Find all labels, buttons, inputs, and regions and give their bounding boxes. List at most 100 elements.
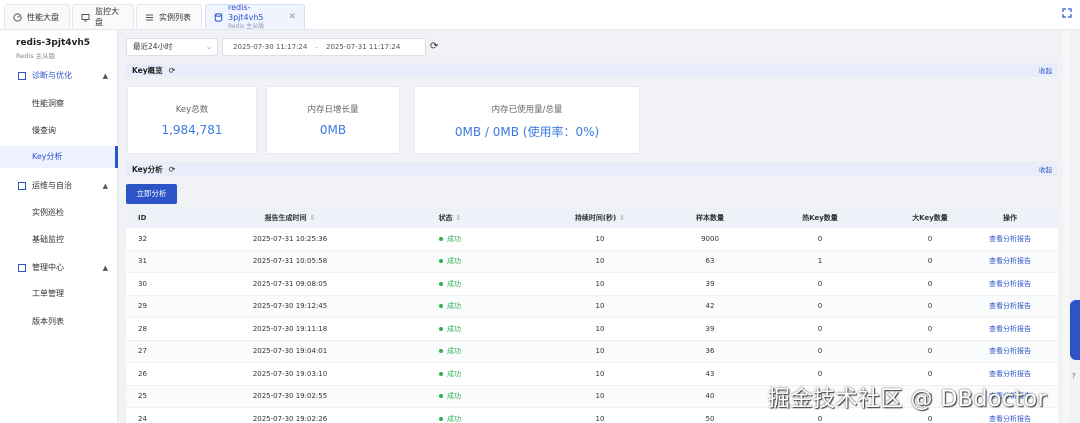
refresh-icon[interactable]: ⟳: [169, 66, 176, 75]
cell-samples: 50: [705, 414, 715, 423]
cell-id: 25: [138, 392, 147, 401]
status-dot-icon: [439, 259, 443, 264]
cell-hot-keys: 0: [817, 347, 823, 356]
col-header-samples: 样本数量: [650, 208, 770, 228]
sidebar-group-ops[interactable]: 运维与自治 ▲: [18, 180, 108, 191]
sidebar-item-key-analysis[interactable]: Key分析: [0, 146, 118, 168]
cell-id: 32: [138, 234, 147, 243]
status-badge: 成功: [439, 279, 461, 289]
stat-value: 0MB / 0MB (使用率：0%): [454, 125, 600, 139]
list-icon: [145, 13, 154, 21]
key-analysis-header: Key分析 ⟳ 收起: [126, 162, 1058, 176]
cell-samples: 39: [705, 279, 715, 288]
refresh-icon[interactable]: ⟳: [430, 41, 438, 52]
tab-redis-instance[interactable]: redis-3pjt4vh5 Redis 主从版 ✕: [205, 3, 305, 31]
view-report-link[interactable]: 查看分析报告: [960, 251, 1058, 273]
status-badge: 成功: [439, 414, 461, 423]
status-text: 成功: [447, 234, 461, 243]
sidebar-item-performance-insight[interactable]: 性能洞察: [32, 98, 64, 109]
cell-duration: 10: [595, 324, 605, 333]
sidebar-group-label: 诊断与优化: [32, 71, 72, 80]
sidebar-item-work-order[interactable]: 工单管理: [32, 288, 64, 299]
floating-assistant-button[interactable]: [1070, 300, 1080, 360]
status-badge: 成功: [439, 324, 461, 334]
cell-samples: 40: [705, 392, 715, 401]
table-row: 28 2025-07-30 19:11:18 成功 10 39 0 0 查看分析报告: [126, 318, 1058, 341]
cell-id: 28: [138, 324, 147, 333]
chevron-up-icon: ▲: [102, 181, 108, 190]
table-row: 30 2025-07-31 09:08:05 成功 10 39 0 0 查看分析报告: [126, 273, 1058, 296]
tab-performance-dashboard[interactable]: 性能大盘: [4, 4, 70, 29]
cell-samples: 63: [705, 257, 715, 266]
tab-monitor-dashboard[interactable]: 监控大盘: [72, 4, 134, 29]
collapse-link[interactable]: 收起: [1039, 65, 1052, 75]
cell-time: 2025-07-30 19:03:10: [252, 369, 328, 378]
table-row: 27 2025-07-30 19:04:01 成功 10 36 0 0 查看分析报告: [126, 340, 1058, 363]
tab-label-group: redis-3pjt4vh5 Redis 主从版: [228, 3, 276, 31]
cell-time: 2025-07-31 09:08:05: [252, 279, 328, 288]
cell-samples: 9000: [701, 234, 719, 243]
floating-help-icon[interactable]: ?: [1072, 372, 1080, 412]
cell-hot-keys: 0: [817, 324, 823, 333]
tab-label: 监控大盘: [95, 7, 119, 27]
sort-icon[interactable]: ⇕: [310, 214, 316, 222]
time-range-select[interactable]: 最近24小时 ⌄: [126, 38, 218, 56]
cell-time: 2025-07-30 19:02:26: [252, 414, 328, 423]
stat-label: 内存已使用量/总量: [491, 105, 563, 115]
status-dot-icon: [439, 416, 443, 421]
cell-samples: 42: [705, 302, 715, 311]
analyze-now-button[interactable]: 立即分析: [126, 184, 177, 204]
tab-label: redis-3pjt4vh5: [228, 3, 264, 22]
stat-value: 0MB: [319, 123, 347, 137]
cell-status: 成功: [390, 386, 510, 408]
main-content: 最近24小时 ⌄ 2025-07-30 11:17:24 – 2025-07-3…: [120, 30, 1062, 423]
sidebar-item-slow-query[interactable]: 慢查询: [32, 125, 56, 136]
view-report-link[interactable]: 查看分析报告: [960, 273, 1058, 295]
sort-icon[interactable]: ⇕: [456, 214, 462, 222]
col-header-duration[interactable]: 持续时间(秒) ⇕: [540, 208, 660, 228]
cell-hot-keys: 1: [817, 257, 823, 266]
sidebar-item-inspection[interactable]: 实例巡检: [32, 207, 64, 218]
col-header-status[interactable]: 状态 ⇕: [390, 208, 510, 228]
tab-bar: 性能大盘 监控大盘 实例列表 redis-3pjt4vh5 Redis 主从版 …: [0, 0, 1080, 30]
view-report-link[interactable]: 查看分析报告: [960, 296, 1058, 318]
sidebar-item-basic-monitor[interactable]: 基础监控: [32, 234, 64, 245]
cell-duration: 10: [595, 347, 605, 356]
instance-name: redis-3pjt4vh5: [16, 38, 91, 48]
tab-instance-list[interactable]: 实例列表: [136, 4, 202, 29]
sidebar-group-management[interactable]: 管理中心 ▲: [18, 262, 108, 273]
cell-id: 26: [138, 369, 147, 378]
view-report-link[interactable]: 查看分析报告: [960, 318, 1058, 340]
sort-icon[interactable]: ⇕: [619, 214, 625, 222]
scrollbar[interactable]: [1063, 30, 1069, 423]
fullscreen-icon[interactable]: [1062, 8, 1072, 18]
cell-time: 2025-07-31 10:05:58: [252, 257, 328, 266]
status-badge: 成功: [439, 301, 461, 311]
stat-card-key-total: Key总数 1,984,781: [127, 86, 257, 154]
cell-status: 成功: [390, 363, 510, 385]
time-range-value: 最近24小时: [133, 42, 173, 51]
monitor-icon: [81, 13, 90, 22]
sidebar-group-diagnosis[interactable]: 诊断与优化 ▲: [18, 70, 108, 81]
view-report-link[interactable]: 查看分析报告: [960, 228, 1058, 250]
close-icon[interactable]: ✕: [288, 12, 296, 22]
cell-id: 31: [138, 257, 147, 266]
status-dot-icon: [439, 236, 443, 241]
cell-status: 成功: [390, 408, 510, 423]
date-range-picker[interactable]: 2025-07-30 11:17:24 – 2025-07-31 11:17:2…: [222, 38, 426, 56]
cell-duration: 10: [595, 302, 605, 311]
sidebar-item-version-list[interactable]: 版本列表: [32, 316, 64, 327]
collapse-link[interactable]: 收起: [1039, 164, 1052, 174]
col-label: ID: [138, 214, 147, 222]
status-dot-icon: [439, 304, 443, 309]
col-label: 大Key数量: [912, 214, 948, 222]
col-header-time[interactable]: 报告生成时间 ⇕: [190, 208, 390, 228]
view-report-link[interactable]: 查看分析报告: [960, 341, 1058, 363]
cell-samples: 39: [705, 324, 715, 333]
table-row: 32 2025-07-31 10:25:36 成功 10 9000 0 0 查看分析报告: [126, 228, 1058, 251]
watermark: 掘金技术社区 @ DBdoctor: [768, 387, 1048, 412]
status-text: 成功: [447, 392, 461, 401]
status-dot-icon: [439, 371, 443, 376]
refresh-icon[interactable]: ⟳: [169, 165, 176, 174]
stat-label: Key总数: [175, 105, 209, 115]
